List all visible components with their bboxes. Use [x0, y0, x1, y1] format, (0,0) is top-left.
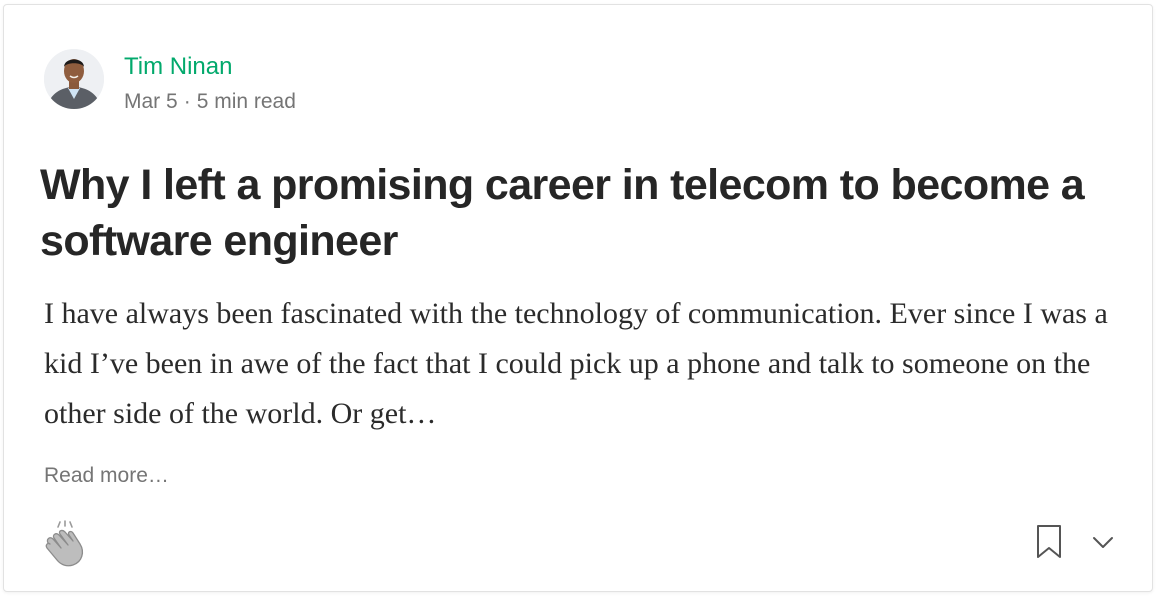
author-avatar[interactable]: [44, 49, 104, 109]
author-block: Tim Ninan Mar 5 · 5 min read: [44, 49, 296, 119]
clap-icon: [45, 520, 84, 567]
post-meta: Mar 5 · 5 min read: [124, 85, 296, 119]
post-excerpt: I have always been fascinated with the t…: [44, 297, 1108, 430]
bookmark-button[interactable]: [1034, 524, 1064, 560]
more-options-button[interactable]: [1090, 531, 1116, 553]
read-time: 5 min read: [196, 90, 296, 113]
post-card: Tim Ninan Mar 5 · 5 min read Why I left a …: [3, 4, 1153, 592]
post-date: Mar 5: [124, 90, 178, 113]
author-meta: Tim Ninan Mar 5 · 5 min read: [124, 49, 296, 119]
bookmark-icon: [1037, 525, 1061, 558]
avatar-image: [44, 49, 104, 109]
read-more-link[interactable]: Read more…: [44, 460, 169, 492]
chevron-down-icon: [1093, 537, 1113, 548]
author-name-link[interactable]: Tim Ninan: [124, 49, 296, 85]
post-title[interactable]: Why I left a promising career in telecom…: [40, 157, 1130, 269]
clap-button[interactable]: [40, 519, 88, 569]
meta-separator: ·: [183, 90, 191, 113]
